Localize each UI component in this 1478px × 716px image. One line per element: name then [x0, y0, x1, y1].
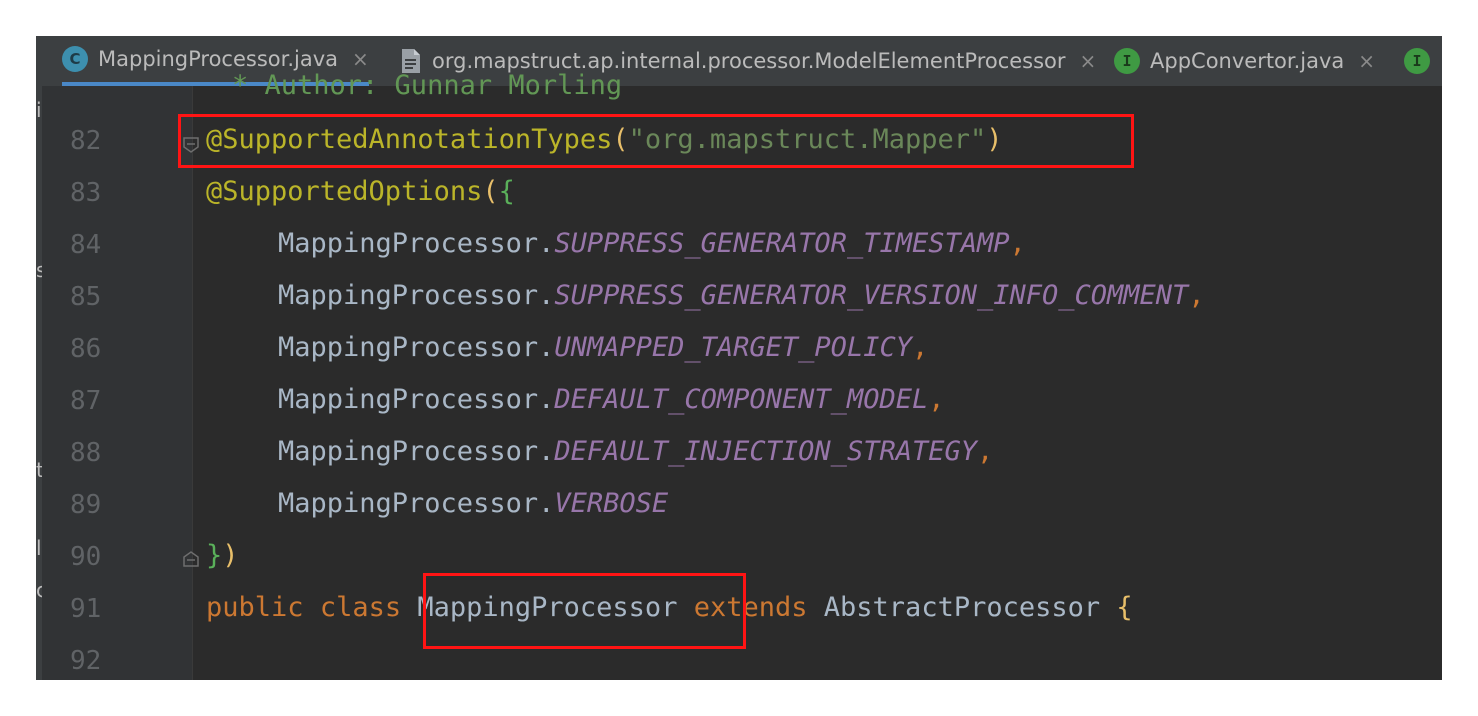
- line-number: 87: [70, 386, 102, 416]
- comma: ,: [911, 332, 929, 363]
- code-line-86[interactable]: MappingProcessor.UNMAPPED_TARGET_POLICY,: [278, 332, 928, 363]
- class-ref: MappingProcessor.: [278, 488, 555, 519]
- brace: {: [498, 176, 515, 207]
- class-ref: MappingProcessor.: [278, 384, 555, 415]
- line-number: 89: [70, 490, 102, 520]
- highlight-box-annotation: [178, 114, 1134, 168]
- class-ref: MappingProcessor.: [278, 436, 555, 467]
- close-tab-icon[interactable]: ×: [1358, 49, 1375, 73]
- constant: SUPPRESS_GENERATOR_VERSION_INFO_COMMENT: [554, 280, 1189, 311]
- code-line-83[interactable]: @SupportedOptions({: [206, 176, 515, 207]
- comma: ,: [1188, 280, 1205, 311]
- tab-label: MappingProcessor.java: [98, 47, 339, 71]
- class-ref: MappingProcessor.: [278, 280, 555, 311]
- gutter-divider: [192, 86, 193, 680]
- clipped-text: i: [36, 98, 42, 122]
- comma: ,: [976, 436, 994, 467]
- brace: }: [206, 540, 223, 571]
- constant: DEFAULT_INJECTION_STRATEGY: [554, 436, 977, 467]
- code-line-87[interactable]: MappingProcessor.DEFAULT_COMPONENT_MODEL…: [278, 384, 944, 415]
- fold-end-icon[interactable]: [182, 550, 200, 568]
- code-line-85[interactable]: MappingProcessor.SUPPRESS_GENERATOR_VERS…: [278, 280, 1205, 311]
- comma: ,: [1009, 228, 1026, 259]
- clipped-text: l: [36, 536, 42, 560]
- line-number: 85: [70, 282, 102, 312]
- line-number: 83: [70, 178, 102, 208]
- paren: (: [482, 176, 499, 207]
- paren: ): [222, 540, 239, 571]
- constant: UNMAPPED_TARGET_POLICY: [554, 332, 912, 363]
- line-number: 82: [70, 126, 102, 156]
- brace: {: [1116, 592, 1133, 623]
- code-line-89[interactable]: MappingProcessor.VERBOSE: [278, 488, 668, 519]
- line-number: 86: [70, 334, 102, 364]
- tab-overflow[interactable]: I: [1404, 36, 1430, 86]
- line-number: 91: [70, 594, 102, 624]
- code-line-88[interactable]: MappingProcessor.DEFAULT_INJECTION_STRAT…: [278, 436, 993, 467]
- ide-window: C MappingProcessor.java × org.mapstruct.…: [36, 36, 1442, 680]
- class-ref: MappingProcessor.: [278, 228, 555, 259]
- partial-comment-line: * Author: Gunnar Morling: [232, 70, 623, 101]
- line-number: 84: [70, 230, 102, 260]
- highlight-box-class-name: [423, 573, 746, 649]
- line-number: 88: [70, 438, 102, 468]
- tab-label: AppConvertor.java: [1150, 49, 1345, 73]
- line-number: 92: [70, 646, 102, 676]
- keyword: class: [319, 592, 402, 623]
- tab-app-convertor[interactable]: I AppConvertor.java ×: [1114, 36, 1375, 86]
- line-number: 90: [70, 542, 102, 572]
- code-line-84[interactable]: MappingProcessor.SUPPRESS_GENERATOR_TIME…: [278, 228, 1026, 259]
- interface-i-icon: I: [1114, 48, 1140, 74]
- constant: VERBOSE: [554, 488, 669, 519]
- constant: SUPPRESS_GENERATOR_TIMESTAMP: [554, 228, 1010, 259]
- code-line-90[interactable]: }): [206, 540, 239, 571]
- interface-i-icon: I: [1404, 48, 1430, 74]
- close-tab-icon[interactable]: ×: [1080, 49, 1097, 73]
- class-c-icon: C: [62, 46, 88, 72]
- annotation: @SupportedOptions: [206, 176, 483, 207]
- keyword: public: [206, 592, 304, 623]
- class-ref: MappingProcessor.: [278, 332, 555, 363]
- close-tab-icon[interactable]: ×: [352, 47, 369, 71]
- line-number-gutter: [42, 86, 192, 680]
- constant: DEFAULT_COMPONENT_MODEL: [554, 384, 929, 415]
- parent-class: AbstractProcessor: [823, 592, 1101, 623]
- comma: ,: [928, 384, 945, 415]
